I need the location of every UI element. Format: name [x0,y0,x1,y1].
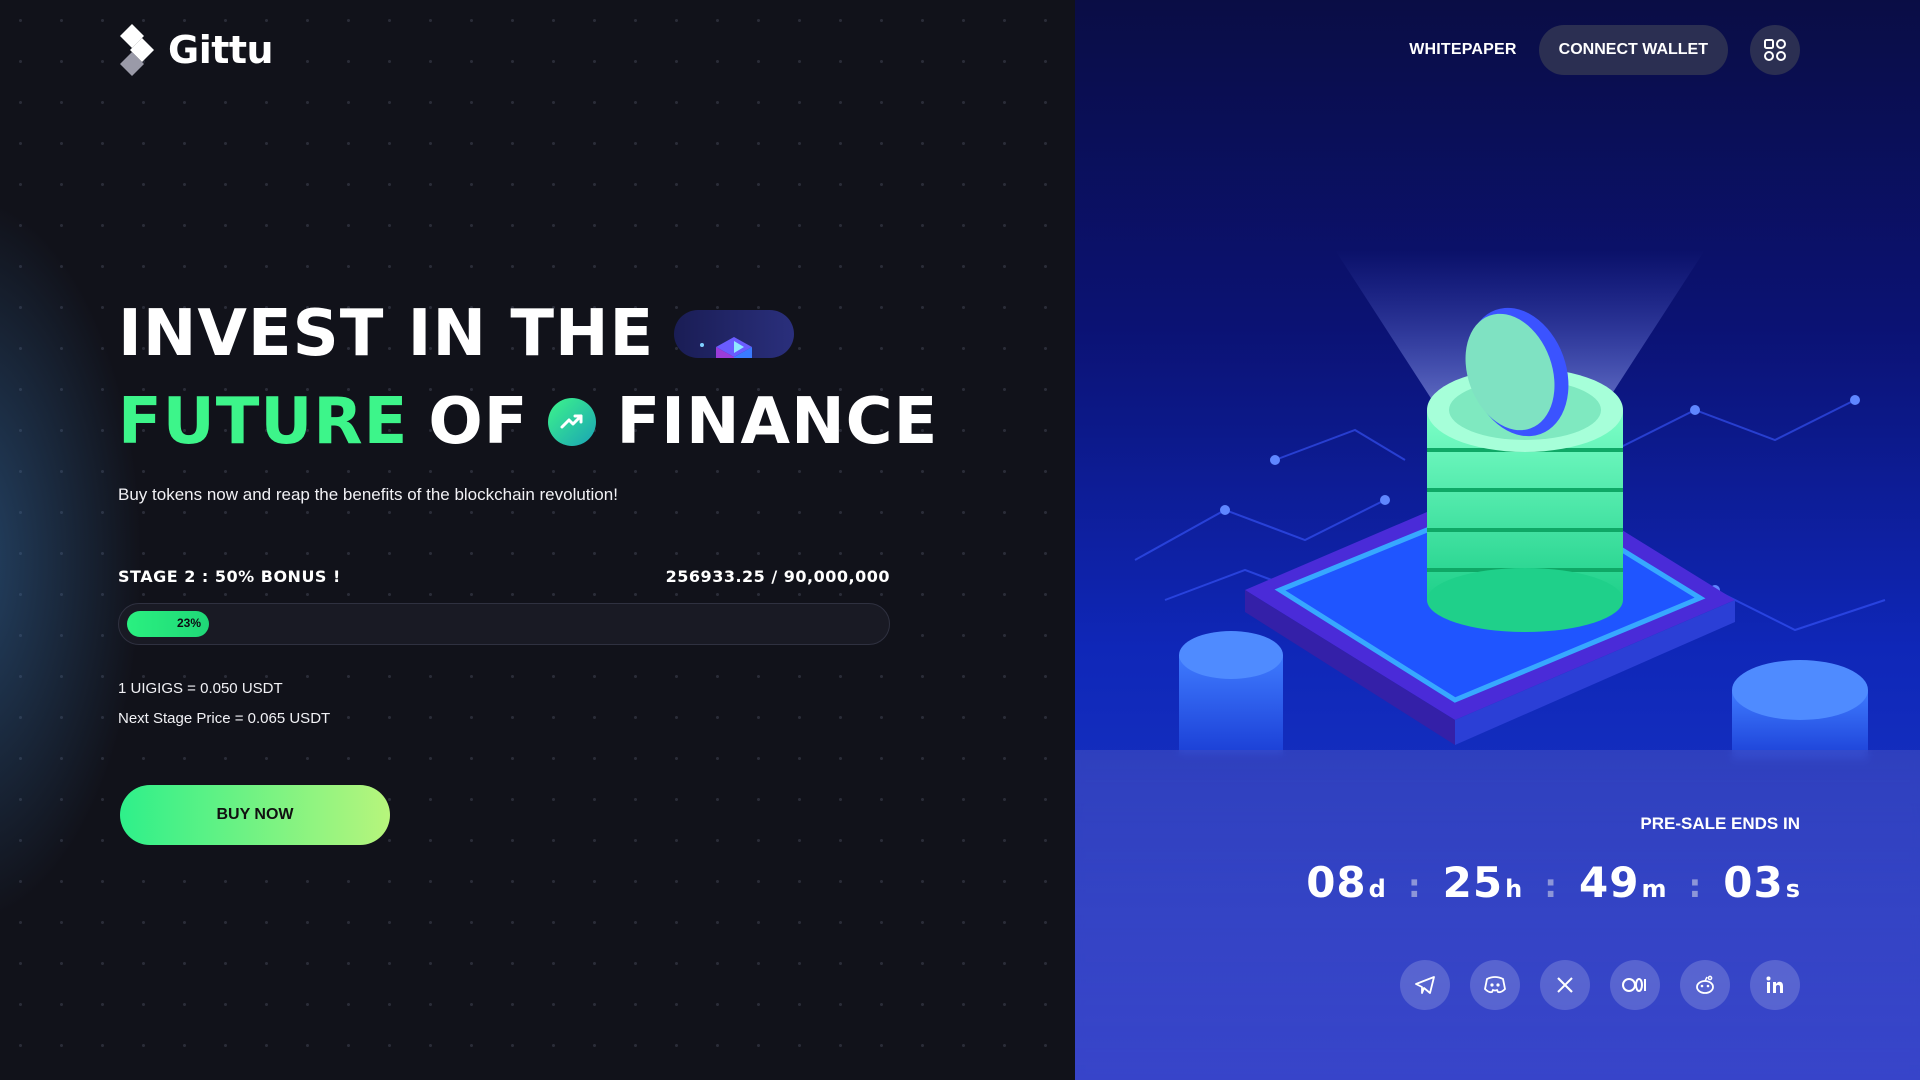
countdown-days: 08d [1306,858,1386,907]
hero-line-2-highlight: FUTURE [118,385,409,459]
connect-wallet-button[interactable]: CONNECT WALLET [1538,25,1728,75]
countdown-separator: : [1407,867,1421,905]
medium-button[interactable] [1610,960,1660,1010]
next-stage-price: Next Stage Price = 0.065 USDT [118,710,331,727]
countdown-seconds: 03s [1723,858,1800,907]
presale-countdown: 08d : 25h : 49m : 03s [1306,858,1800,907]
right-illustration-section [1075,0,1920,1080]
whitepaper-link[interactable]: WHITEPAPER [1409,41,1516,59]
grid-menu-icon [1764,39,1786,61]
hero-title: INVEST IN THE FUTURE OF FINANCE [118,290,938,466]
x-icon [1557,977,1573,993]
progress-percent: 23% [176,616,201,630]
discord-button[interactable] [1470,960,1520,1010]
sale-progress-bar: 23% [118,603,890,645]
hero-subtitle: Buy tokens now and reap the benefits of … [118,485,618,504]
telegram-button[interactable] [1400,960,1450,1010]
token-price: 1 UIGIGS = 0.050 USDT [118,680,283,697]
diamond-logo-icon [120,24,154,76]
countdown-separator: : [1688,867,1702,905]
social-links [1400,960,1800,1010]
reddit-icon [1696,975,1714,994]
blockchain-cube-image [674,310,795,358]
hero-line-2-end: FINANCE [616,385,939,459]
raised-amount: 256933.25 / 90,000,000 [665,567,890,586]
x-button[interactable] [1540,960,1590,1010]
countdown-hours: 25h [1442,858,1523,907]
buy-now-button[interactable]: BUY NOW [120,785,390,845]
hero-line-2-mid: OF [428,385,529,459]
top-navigation: WHITEPAPER CONNECT WALLET [1409,25,1800,75]
countdown-separator: : [1544,867,1557,905]
discord-icon [1484,976,1506,994]
hero-line-1: INVEST IN THE [118,297,655,371]
stage-info: STAGE 2 : 50% BONUS ! 256933.25 / 90,000… [118,567,890,586]
reddit-button[interactable] [1680,960,1730,1010]
brand-name: Gittu [168,28,274,72]
presale-panel [1075,750,1920,1080]
trending-up-icon [548,398,597,446]
linkedin-button[interactable] [1750,960,1800,1010]
telegram-icon [1415,976,1435,994]
left-hero-section: Gittu INVEST IN THE FUTURE OF FINANCE Bu… [0,0,1075,1080]
presale-ends-label: PRE-SALE ENDS IN [1640,814,1800,833]
countdown-minutes: 49m [1578,858,1667,907]
medium-icon [1622,978,1646,992]
stage-label: STAGE 2 : 50% BONUS ! [118,567,341,586]
brand-logo[interactable]: Gittu [118,24,274,76]
progress-fill: 23% [127,611,209,637]
grid-menu-button[interactable] [1750,25,1800,75]
linkedin-icon [1766,976,1783,993]
